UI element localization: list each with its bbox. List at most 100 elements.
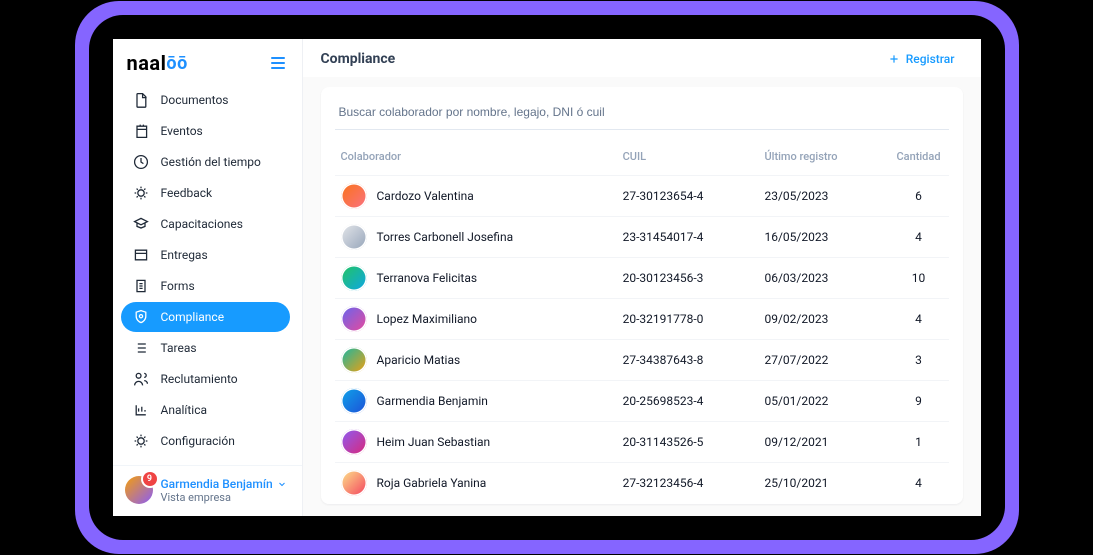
sidebar-item-compliance[interactable]: Compliance	[121, 302, 290, 332]
avatar	[341, 470, 367, 496]
plus-icon	[888, 53, 900, 65]
cell-last: 16/05/2023	[758, 217, 888, 258]
sidebar-item-entregas[interactable]: Entregas	[121, 240, 290, 270]
sidebar-item-configuraci-n[interactable]: Configuración	[121, 426, 290, 456]
avatar: 9	[125, 476, 153, 504]
sidebar-item-anal-tica[interactable]: Analítica	[121, 395, 290, 425]
cell-qty: 10	[889, 258, 949, 299]
list-icon	[133, 340, 149, 356]
sidebar-item-label: Eventos	[161, 124, 203, 138]
cell-last: 25/10/2021	[758, 463, 888, 504]
col-header-cantidad: Cantidad	[889, 140, 949, 176]
sidebar: naalōō Documentos Eventos Gestión del tiem…	[113, 39, 303, 516]
document-icon	[133, 92, 149, 108]
settings-icon	[133, 433, 149, 449]
avatar	[341, 347, 367, 373]
sidebar-item-reclutamiento[interactable]: Reclutamiento	[121, 364, 290, 394]
cell-qty: 9	[889, 381, 949, 422]
user-menu[interactable]: 9 Garmendia Benjamín Vista empresa	[113, 465, 302, 516]
cell-qty: 1	[889, 422, 949, 463]
table-row[interactable]: Terranova Felicitas 20-30123456-306/03/20…	[335, 258, 949, 299]
col-header-colaborador: Colaborador	[335, 140, 617, 176]
cell-last: 05/01/2022	[758, 381, 888, 422]
form-icon	[133, 278, 149, 294]
sidebar-item-tareas[interactable]: Tareas	[121, 333, 290, 363]
avatar	[341, 183, 367, 209]
table-row[interactable]: Aparicio Matias27-34387643-827/07/20223	[335, 340, 949, 381]
cell-cuil: 20-25698523-4	[617, 381, 759, 422]
col-header-ultimo: Último registro	[758, 140, 888, 176]
sidebar-item-label: Entregas	[161, 248, 208, 262]
cell-last: 23/05/2023	[758, 176, 888, 217]
cell-qty: 4	[889, 463, 949, 504]
sidebar-item-label: Analítica	[161, 403, 208, 417]
cell-qty: 6	[889, 176, 949, 217]
register-button[interactable]: Registrar	[888, 52, 955, 66]
cell-last: 09/02/2023	[758, 299, 888, 340]
col-header-cuil: CUIL	[617, 140, 759, 176]
cell-name: Terranova Felicitas	[377, 271, 478, 285]
user-name: Garmendia Benjamín	[161, 477, 273, 491]
shield-icon	[133, 309, 149, 325]
collaborators-table: Colaborador CUIL Último registro Cantida…	[335, 140, 949, 503]
cell-name: Garmendia Benjamin	[377, 394, 488, 408]
sidebar-item-label: Tareas	[161, 341, 197, 355]
cell-cuil: 27-34387643-8	[617, 340, 759, 381]
cell-name: Roja Gabriela Yanina	[377, 476, 487, 490]
cell-cuil: 27-32123456-4	[617, 463, 759, 504]
cell-name: Lopez Maximiliano	[377, 312, 478, 326]
avatar	[341, 388, 367, 414]
cell-name: Cardozo Valentina	[377, 189, 474, 203]
topbar: Compliance Registrar	[303, 39, 981, 77]
sidebar-item-label: Configuración	[161, 434, 235, 448]
table-row[interactable]: Cardozo Valentina 27-30123654-423/05/2023…	[335, 176, 949, 217]
cell-qty: 4	[889, 217, 949, 258]
chevron-down-icon	[277, 479, 287, 489]
main: Compliance Registrar Colaborador	[303, 39, 981, 516]
sidebar-item-label: Gestión del tiempo	[161, 155, 261, 169]
cell-name: Torres Carbonell Josefina	[377, 230, 514, 244]
search-input[interactable]	[335, 99, 949, 130]
logo-eyes-icon: ōō	[166, 53, 187, 74]
sidebar-item-label: Compliance	[161, 310, 225, 324]
brand-logo: naalōō	[127, 51, 188, 75]
sidebar-item-eventos[interactable]: Eventos	[121, 116, 290, 146]
menu-toggle-icon[interactable]	[266, 51, 290, 75]
cell-qty: 3	[889, 340, 949, 381]
cell-cuil: 27-30123654-4	[617, 176, 759, 217]
sidebar-item-gesti-n-del-tiempo[interactable]: Gestión del tiempo	[121, 147, 290, 177]
table-row[interactable]: Heim Juan Sebastian20-31143526-509/12/20…	[335, 422, 949, 463]
gear-icon	[133, 185, 149, 201]
sidebar-item-label: Documentos	[161, 93, 229, 107]
cell-cuil: 20-32191778-0	[617, 299, 759, 340]
cell-name: Heim Juan Sebastian	[377, 435, 491, 449]
graduation-icon	[133, 216, 149, 232]
sidebar-item-capacitaciones[interactable]: Capacitaciones	[121, 209, 290, 239]
avatar	[341, 265, 367, 291]
clock-icon	[133, 154, 149, 170]
table-row[interactable]: Torres Carbonell Josefina 23-31454017-416…	[335, 217, 949, 258]
sidebar-item-forms[interactable]: Forms	[121, 271, 290, 301]
cell-name: Aparicio Matias	[377, 353, 461, 367]
table-row[interactable]: Roja Gabriela Yanina 27-32123456-425/10/2…	[335, 463, 949, 504]
notification-badge: 9	[143, 472, 157, 486]
sidebar-item-label: Capacitaciones	[161, 217, 243, 231]
sidebar-item-documentos[interactable]: Documentos	[121, 85, 290, 115]
sidebar-scroll[interactable]: Documentos Eventos Gestión del tiempo Feedb…	[113, 85, 302, 465]
calendar-icon	[133, 123, 149, 139]
cell-cuil: 23-31454017-4	[617, 217, 759, 258]
org-name: Vista empresa	[161, 491, 287, 504]
page-title: Compliance	[321, 51, 396, 67]
cell-cuil: 20-30123456-3	[617, 258, 759, 299]
table-row[interactable]: Lopez Maximiliano 20-32191778-009/02/2023…	[335, 299, 949, 340]
avatar	[341, 306, 367, 332]
package-icon	[133, 247, 149, 263]
cell-last: 06/03/2023	[758, 258, 888, 299]
sidebar-item-label: Reclutamiento	[161, 372, 238, 386]
cell-qty: 4	[889, 299, 949, 340]
chart-icon	[133, 402, 149, 418]
table-row[interactable]: Garmendia Benjamin 20-25698523-405/01/202…	[335, 381, 949, 422]
avatar	[341, 429, 367, 455]
sidebar-item-label: Forms	[161, 279, 195, 293]
sidebar-item-feedback[interactable]: Feedback	[121, 178, 290, 208]
